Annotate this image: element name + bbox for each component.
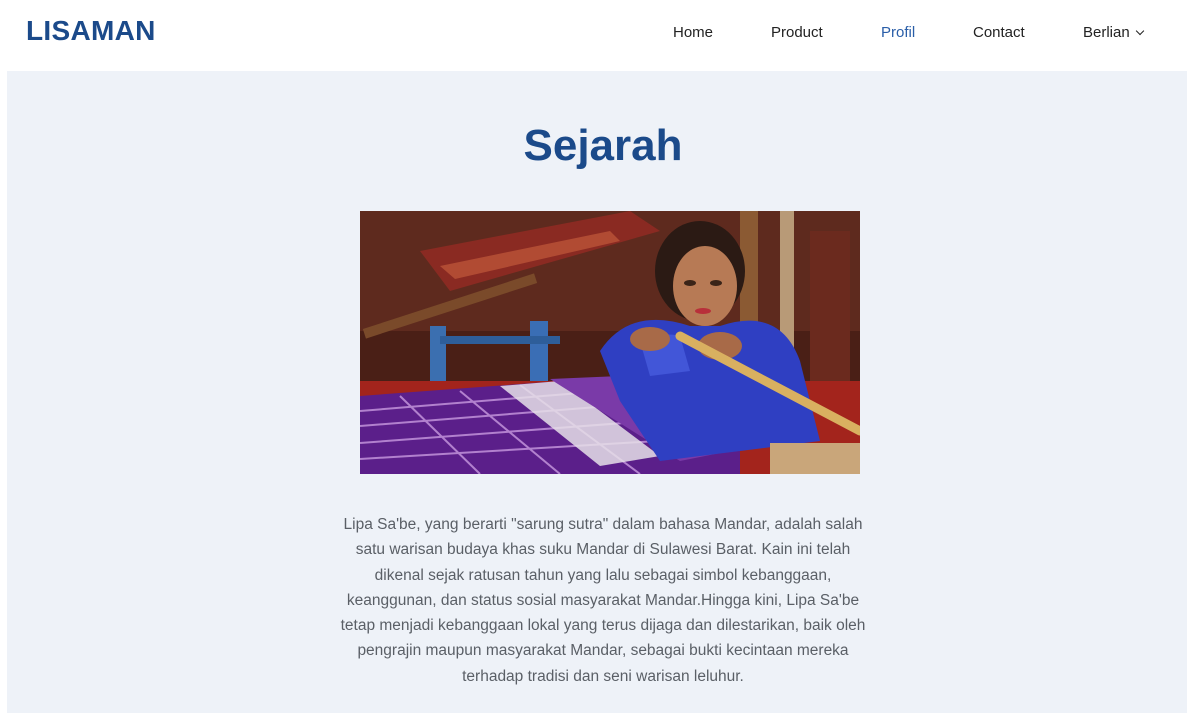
chevron-down-icon [1135, 26, 1144, 35]
nav-profil[interactable]: Profil [881, 24, 915, 41]
brand-logo[interactable]: LISAMAN [26, 15, 156, 47]
nav-product[interactable]: Product [771, 24, 823, 41]
navbar: LISAMAN Home Product Profil Contact Berl… [0, 0, 1187, 70]
user-menu-dropdown[interactable]: Berlian [1083, 24, 1144, 41]
history-paragraph: Lipa Sa'be, yang berarti "sarung sutra" … [340, 516, 866, 685]
main-content: Sejarah Lipa Sa'be, yang berarti "sarung… [7, 71, 1187, 713]
weaving-photo [360, 211, 860, 474]
user-name: Berlian [1083, 24, 1130, 41]
page-title: Sejarah [523, 121, 683, 170]
nav-home[interactable]: Home [673, 24, 713, 41]
nav-contact[interactable]: Contact [973, 24, 1025, 41]
